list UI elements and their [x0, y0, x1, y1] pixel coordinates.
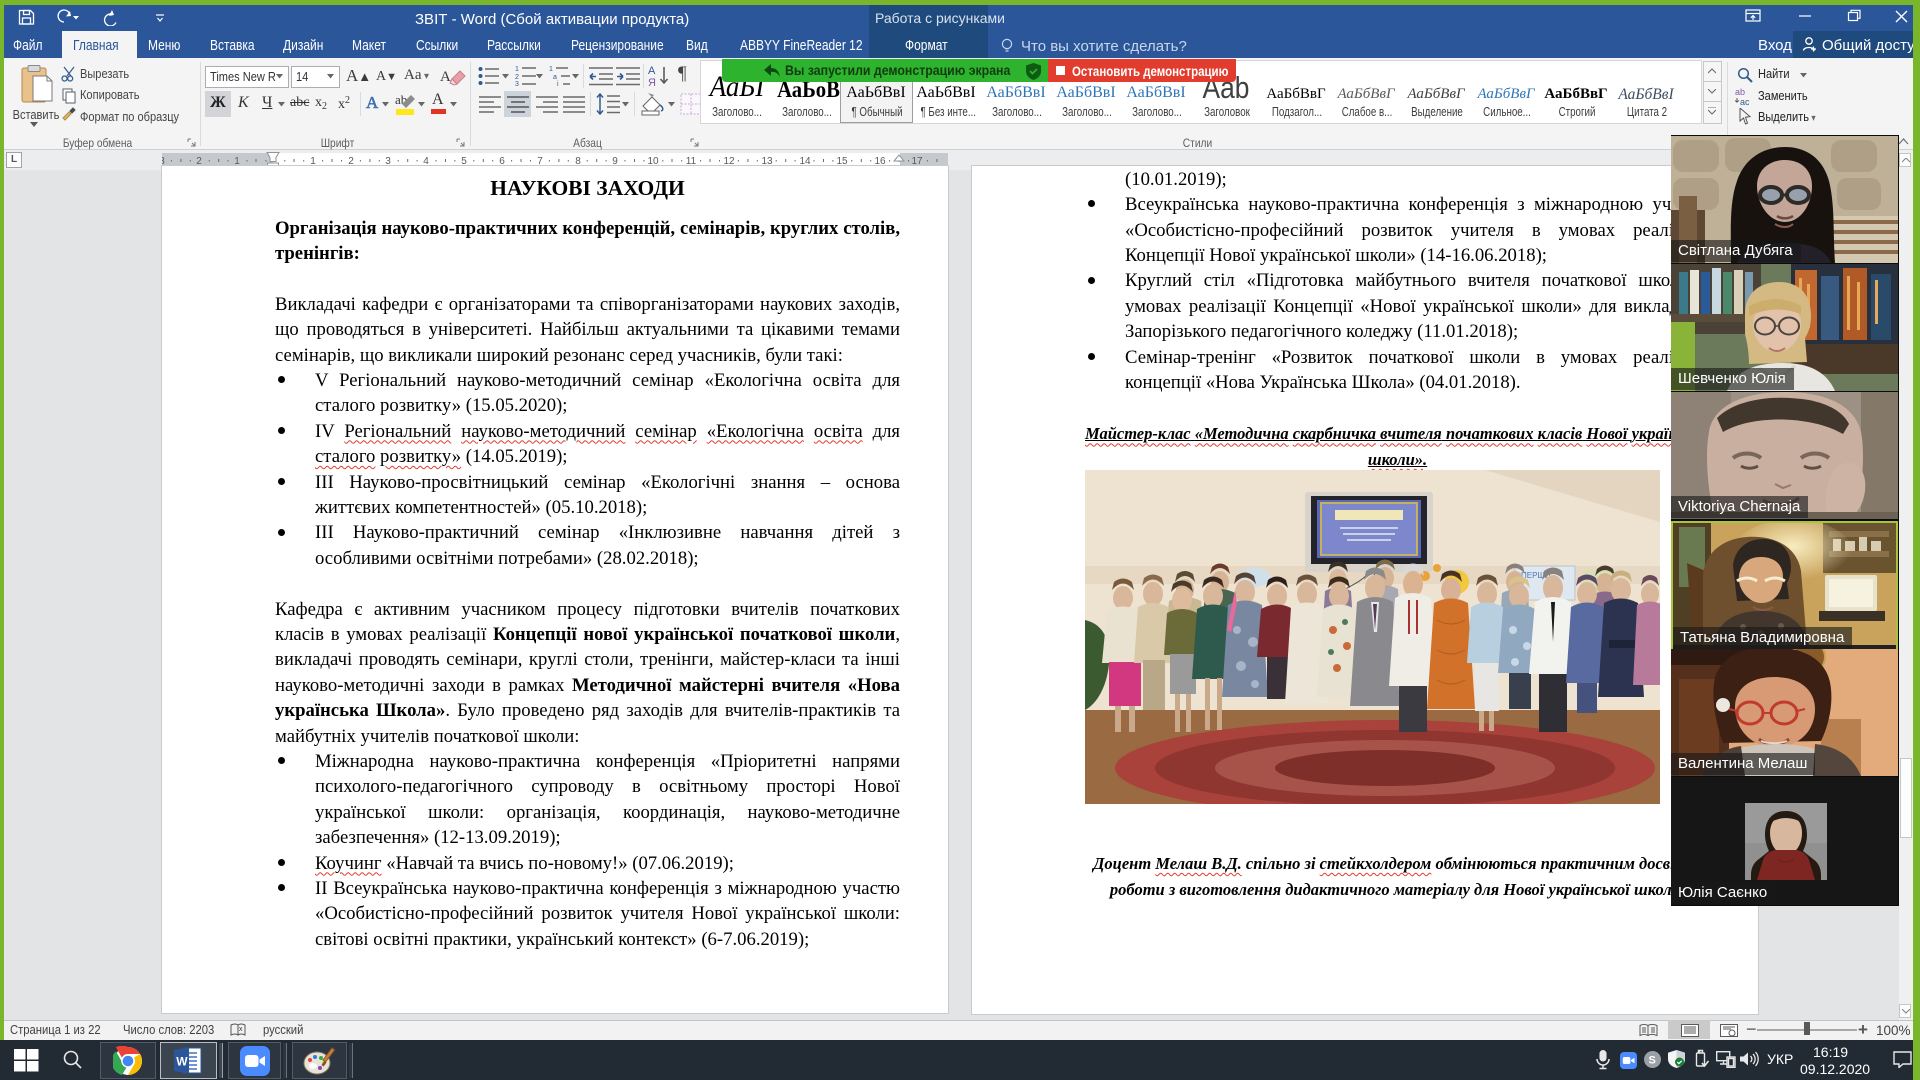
svg-text:ac: ac — [1740, 97, 1750, 107]
svg-text:a: a — [553, 74, 557, 81]
svg-text:2: 2 — [515, 74, 519, 81]
svg-text:i: i — [557, 81, 559, 87]
svg-text:3: 3 — [515, 81, 519, 87]
svg-text:Я: Я — [648, 77, 656, 88]
svg-text:А: А — [648, 65, 656, 77]
svg-text:1: 1 — [515, 66, 519, 73]
svg-text:ab: ab — [1735, 87, 1745, 97]
svg-text:x: x — [239, 1026, 243, 1033]
svg-text:S: S — [1649, 1055, 1656, 1067]
svg-text:A: A — [440, 69, 451, 85]
svg-text:1: 1 — [549, 66, 553, 73]
svg-text:W: W — [176, 1055, 188, 1069]
